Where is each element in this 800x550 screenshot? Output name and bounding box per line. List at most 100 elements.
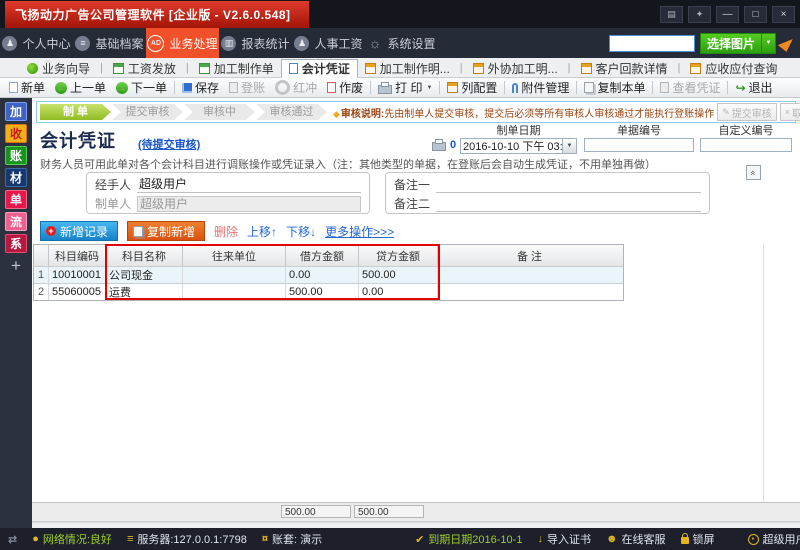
page-title: 会计凭证 [40,127,116,153]
sidebar-add-button[interactable]: + [5,256,27,275]
submit-review-icon: ✎ [722,107,730,118]
maximize-button[interactable]: □ [744,6,767,23]
sidebar-item-material[interactable]: 材 [5,168,27,187]
ad-badge-icon: AD [147,35,164,52]
nav-hr-payroll[interactable]: ♟ 人事工资 [292,28,365,58]
tab-receivable-payable[interactable]: 应收应付查询 [683,59,784,77]
column-config-icon [447,82,458,93]
custom-number-input[interactable] [700,138,792,152]
add-record-button[interactable]: + 新增记录 [40,221,118,241]
image-search-input[interactable] [609,35,695,52]
printer-icon[interactable] [432,142,446,151]
void-button[interactable]: 作废 [322,79,368,97]
diamond-icon: ◆ [333,109,340,119]
arrow-right-icon: → [116,82,128,94]
application-window: 飞扬动力广告公司管理软件 [企业版 - V2.6.0.548] ▤ ✦ — □ … [0,0,800,550]
nav-personal-center[interactable]: ♟ 个人中心 [0,28,73,58]
nav-business-processing[interactable]: AD 业务处理 [146,28,219,58]
copy-add-button[interactable]: 复制新增 [127,221,205,241]
skin-icon[interactable]: ✦ [688,6,711,23]
sidebar-item-receipt[interactable]: 收 [5,124,27,143]
next-doc-button[interactable]: → 下一单 [111,79,172,97]
doc-date-field: 制单日期 2016-10-10 下午 03:5 ▼ [460,125,577,154]
import-cert-button[interactable]: ↓ 导入证书 [537,531,591,547]
doc-number-input[interactable] [584,138,694,152]
tab-outsourcing-detail[interactable]: 外协加工明... [466,59,565,77]
horn-icon[interactable] [778,34,795,52]
table-icon [199,63,210,74]
workflow-step-approved: 审核通过 [256,104,327,120]
red-reverse-button: 红冲 [270,79,322,97]
tab-work-order-detail[interactable]: 加工制作明... [358,59,457,77]
void-icon [327,82,336,93]
remark2-input[interactable] [436,196,701,212]
col-subject-code[interactable]: 科目编码 [49,245,106,266]
chevron-down-icon[interactable]: ▼ [562,139,576,153]
column-config-button[interactable]: 列配置 [442,79,502,97]
status-bar: ⇄ ● 网络情况:良好 ≡ 服务器:127.0.0.1:7798 ¤ 账套: 演… [0,528,800,550]
network-status: ● 网络情况:良好 [32,531,112,547]
col-subject-name[interactable]: 科目名称 [106,245,183,266]
copy-doc-button[interactable]: 复制本单 [579,79,650,97]
pick-image-button[interactable]: 选择图片 ▼ [700,33,776,54]
nav-report-statistics[interactable]: ▥ 报表统计 [219,28,292,58]
people-icon: ♟ [294,36,309,51]
close-button[interactable]: × [772,6,795,23]
sidebar-item-account[interactable]: 账 [5,146,27,165]
expiry-date: ✔ 到期日期2016-10-1 [415,531,522,547]
tab-business-wizard[interactable]: 业务向导 [20,59,97,77]
red-reverse-icon [275,80,290,95]
online-support-button[interactable]: ☻ 在线客服 [606,531,666,547]
move-down-link[interactable]: 下移↓ [286,223,316,240]
table-row[interactable]: 2 55060005 运费 500.00 0.00 [34,283,623,300]
main-area: 加 收 账 材 单 流 系 + 制 单 提交审核 审核中 审核通过 ◆审核说明:… [0,98,800,528]
tab-customer-payment[interactable]: 客户回款详情 [574,59,675,77]
entries-grid: 科目编码 科目名称 往来单位 借方金额 贷方金额 备 注 1 10010001 … [33,244,624,301]
sidebar-item-flow[interactable]: 流 [5,212,27,231]
document-icon [289,63,298,74]
nav-system-settings[interactable]: ☼ 系统设置 [365,28,438,58]
col-debit[interactable]: 借方金额 [286,245,359,266]
chevron-down-icon[interactable]: ▼ [761,34,775,53]
lock-screen-button[interactable]: 锁屏 [681,531,715,547]
delete-link[interactable]: 删除 [214,223,238,240]
pending-review-link[interactable]: (待提交审核) [138,136,200,152]
workflow-step-reviewing: 审核中 [184,104,255,120]
sidebar-item-order[interactable]: 单 [5,190,27,209]
tab-accounting-voucher[interactable]: 会计凭证 [281,59,358,78]
chart-icon: ▥ [221,36,236,51]
collapse-form-button[interactable]: « [746,165,761,180]
tab-payroll[interactable]: 工资发放 [106,59,183,77]
download-icon: ↓ [537,533,543,545]
print-button[interactable]: 打 印 ▼ [373,79,437,97]
new-doc-button[interactable]: 新单 [4,79,50,97]
sidebar-item-system[interactable]: 系 [5,234,27,253]
sidebar-item-processing[interactable]: 加 [5,102,27,121]
workflow-buttons: ✎ 提交审核 × 取消审核 ↓ 查看详细 [714,103,800,121]
minimize-button[interactable]: — [716,6,739,23]
nav-basic-archives[interactable]: ≡ 基础档案 [73,28,146,58]
entries-grid-area: 科目编码 科目名称 往来单位 借方金额 贷方金额 备 注 1 10010001 … [32,244,800,502]
workflow-note: ◆审核说明:先由制单人提交审核，提交后必须等所有审核人审核通过才能执行登账操作 [333,105,714,120]
col-credit[interactable]: 贷方金额 [359,245,438,266]
coins-icon: ¤ [262,533,268,545]
chevron-down-icon[interactable]: ▼ [426,85,432,91]
more-actions-link[interactable]: 更多操作>>> [325,223,394,240]
doc-date-dropdown[interactable]: 2016-10-10 下午 03:5 ▼ [460,138,577,154]
notes-icon[interactable]: ▤ [660,6,683,23]
tab-work-order[interactable]: 加工制作单 [192,59,281,77]
total-credit: 500.00 [354,505,424,518]
plus-icon: + [46,226,56,236]
remark1-input[interactable] [436,177,701,193]
handler-input[interactable]: 超级用户 [137,177,361,193]
attachments-button[interactable]: 附件管理 [507,79,574,97]
exit-button[interactable]: ↪ 退出 [730,79,777,97]
table-row[interactable]: 1 10010001 公司现金 0.00 500.00 [34,266,623,283]
col-counterparty[interactable]: 往来单位 [183,245,286,266]
prev-doc-button[interactable]: ← 上一单 [50,79,111,97]
table-icon [581,63,592,74]
grid-header-row: 科目编码 科目名称 往来单位 借方金额 贷方金额 备 注 [34,245,623,266]
save-button[interactable]: 保存 [177,79,224,97]
move-up-link[interactable]: 上移↑ [247,223,277,240]
col-remark[interactable]: 备 注 [438,245,621,266]
